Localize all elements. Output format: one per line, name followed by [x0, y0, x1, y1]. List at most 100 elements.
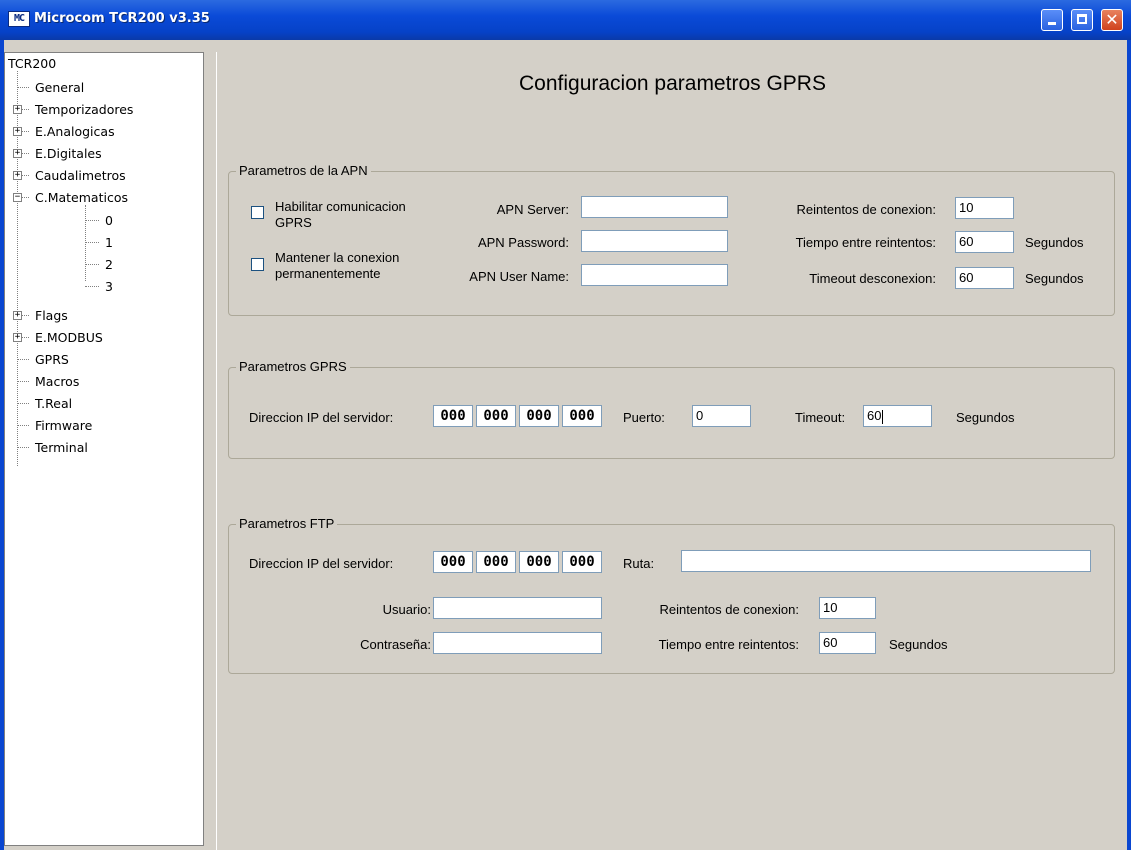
gprs-timeout-unit: Segundos — [956, 410, 1015, 425]
app-icon[interactable]: MC — [8, 11, 30, 27]
tree-item-e-modbus[interactable]: E.MODBUS — [35, 330, 103, 345]
ftp-server-ip-label: Direccion IP del servidor: — [249, 556, 394, 571]
tree-item-c-matematicos-1[interactable]: 1 — [105, 235, 113, 250]
ftp-ip-octet-1[interactable]: 000 — [433, 551, 473, 573]
tree-item-firmware[interactable]: Firmware — [35, 418, 92, 433]
gprs-ip-octet-3[interactable]: 000 — [519, 405, 559, 427]
expand-plus-icon[interactable]: + — [13, 311, 22, 320]
close-button[interactable]: ✕ — [1101, 9, 1123, 31]
expand-plus-icon[interactable]: + — [13, 105, 22, 114]
tree-item-e-analogicas[interactable]: E.Analogicas — [35, 124, 115, 139]
tree-item-general[interactable]: General — [35, 80, 84, 95]
minimize-button[interactable] — [1041, 9, 1063, 31]
tree-item-flags[interactable]: Flags — [35, 308, 68, 323]
apn-group-legend: Parametros de la APN — [236, 163, 371, 179]
apn-retry-time-input[interactable]: 60 — [955, 231, 1014, 253]
apn-timeout-input[interactable]: 60 — [955, 267, 1014, 289]
tree-branch — [85, 220, 99, 221]
ftp-password-label: Contraseña: — [360, 637, 431, 652]
gprs-ip-octet-4[interactable]: 000 — [562, 405, 602, 427]
tree-branch — [17, 447, 29, 448]
window-titlebar[interactable]: MC Microcom TCR200 v3.35 ✕ — [0, 0, 1131, 40]
window-frame-right — [1127, 40, 1131, 850]
tree-branch — [85, 286, 99, 287]
maximize-button[interactable] — [1071, 9, 1093, 31]
tree-branch — [17, 381, 29, 382]
tree-item-c-matematicos[interactable]: C.Matematicos — [35, 190, 128, 205]
tree-branch — [17, 359, 29, 360]
apn-password-label: APN Password: — [477, 235, 569, 250]
tree-branch — [21, 175, 29, 176]
tree-branch — [21, 315, 29, 316]
ftp-retries-input[interactable]: 10 — [819, 597, 876, 619]
tree-branch — [17, 425, 29, 426]
ftp-ip-octet-2[interactable]: 000 — [476, 551, 516, 573]
tree-item-temporizadores[interactable]: Temporizadores — [35, 102, 133, 117]
ftp-retry-time-input[interactable]: 60 — [819, 632, 876, 654]
keep-connection-checkbox[interactable] — [251, 258, 264, 271]
apn-user-name-input[interactable] — [581, 264, 728, 286]
gprs-group-legend: Parametros GPRS — [236, 359, 350, 375]
apn-retry-time-label: Tiempo entre reintentos: — [795, 235, 936, 250]
text-caret — [882, 409, 884, 424]
tree-branch — [17, 87, 29, 88]
tree-branch — [21, 153, 29, 154]
gprs-timeout-label: Timeout: — [795, 410, 846, 425]
gprs-ip-octet-2[interactable]: 000 — [476, 405, 516, 427]
tree-branch — [21, 109, 29, 110]
ftp-group-legend: Parametros FTP — [236, 516, 338, 532]
gprs-timeout-input[interactable]: 60 — [863, 405, 932, 427]
tree-branch — [21, 337, 29, 338]
expand-plus-icon[interactable]: + — [13, 149, 22, 158]
tree-root-tcr200[interactable]: TCR200 — [8, 56, 56, 71]
enable-gprs-label: Habilitar comunicacion GPRS — [275, 199, 406, 230]
apn-retries-input[interactable]: 10 — [955, 197, 1014, 219]
gprs-timeout-value: 60 — [867, 408, 882, 423]
expand-plus-icon[interactable]: + — [13, 333, 22, 342]
tree-item-c-matematicos-2[interactable]: 2 — [105, 257, 113, 272]
panel-splitter[interactable] — [204, 52, 216, 850]
maximize-icon — [1077, 14, 1087, 24]
apn-timeout-unit: Segundos — [1025, 271, 1084, 286]
keep-connection-label: Mantener la conexion permanentemente — [275, 250, 400, 281]
ftp-retry-time-label: Tiempo entre reintentos: — [658, 637, 799, 652]
enable-gprs-checkbox[interactable] — [251, 206, 264, 219]
apn-user-name-label: APN User Name: — [469, 269, 569, 284]
tree-item-e-digitales[interactable]: E.Digitales — [35, 146, 102, 161]
tree-branch — [85, 264, 99, 265]
navigation-tree[interactable]: TCR200 General + Temporizadores + E.Anal… — [4, 52, 204, 846]
tree-connector — [85, 205, 86, 281]
page-title: Configuracion parametros GPRS — [519, 72, 826, 95]
collapse-minus-icon[interactable]: − — [13, 193, 22, 202]
tree-branch — [21, 131, 29, 132]
tree-item-terminal[interactable]: Terminal — [35, 440, 88, 455]
gprs-port-input[interactable]: 0 — [692, 405, 751, 427]
gprs-port-label: Puerto: — [623, 410, 665, 425]
gprs-ip-octet-1[interactable]: 000 — [433, 405, 473, 427]
ftp-user-label: Usuario: — [382, 602, 431, 617]
expand-plus-icon[interactable]: + — [13, 171, 22, 180]
tree-item-macros[interactable]: Macros — [35, 374, 79, 389]
ftp-password-input[interactable] — [433, 632, 602, 654]
gprs-group: Parametros GPRS Direccion IP del servido… — [228, 359, 1115, 459]
tree-item-gprs[interactable]: GPRS — [35, 352, 69, 367]
ftp-path-input[interactable] — [681, 550, 1091, 572]
ftp-retry-time-unit: Segundos — [889, 637, 948, 652]
ftp-user-input[interactable] — [433, 597, 602, 619]
tree-item-caudalimetros[interactable]: Caudalimetros — [35, 168, 126, 183]
close-icon: ✕ — [1105, 10, 1119, 29]
apn-server-input[interactable] — [581, 196, 728, 218]
tree-branch — [85, 242, 99, 243]
ftp-path-label: Ruta: — [623, 556, 655, 571]
ftp-ip-octet-4[interactable]: 000 — [562, 551, 602, 573]
window-title: Microcom TCR200 v3.35 — [34, 11, 210, 26]
minimize-icon — [1048, 22, 1056, 25]
gprs-config-panel: Configuracion parametros GPRS Parametros… — [216, 52, 1127, 850]
tree-item-c-matematicos-0[interactable]: 0 — [105, 213, 113, 228]
tree-branch — [17, 403, 29, 404]
expand-plus-icon[interactable]: + — [13, 127, 22, 136]
ftp-ip-octet-3[interactable]: 000 — [519, 551, 559, 573]
tree-item-t-real[interactable]: T.Real — [35, 396, 72, 411]
apn-password-input[interactable] — [581, 230, 728, 252]
tree-item-c-matematicos-3[interactable]: 3 — [105, 279, 113, 294]
